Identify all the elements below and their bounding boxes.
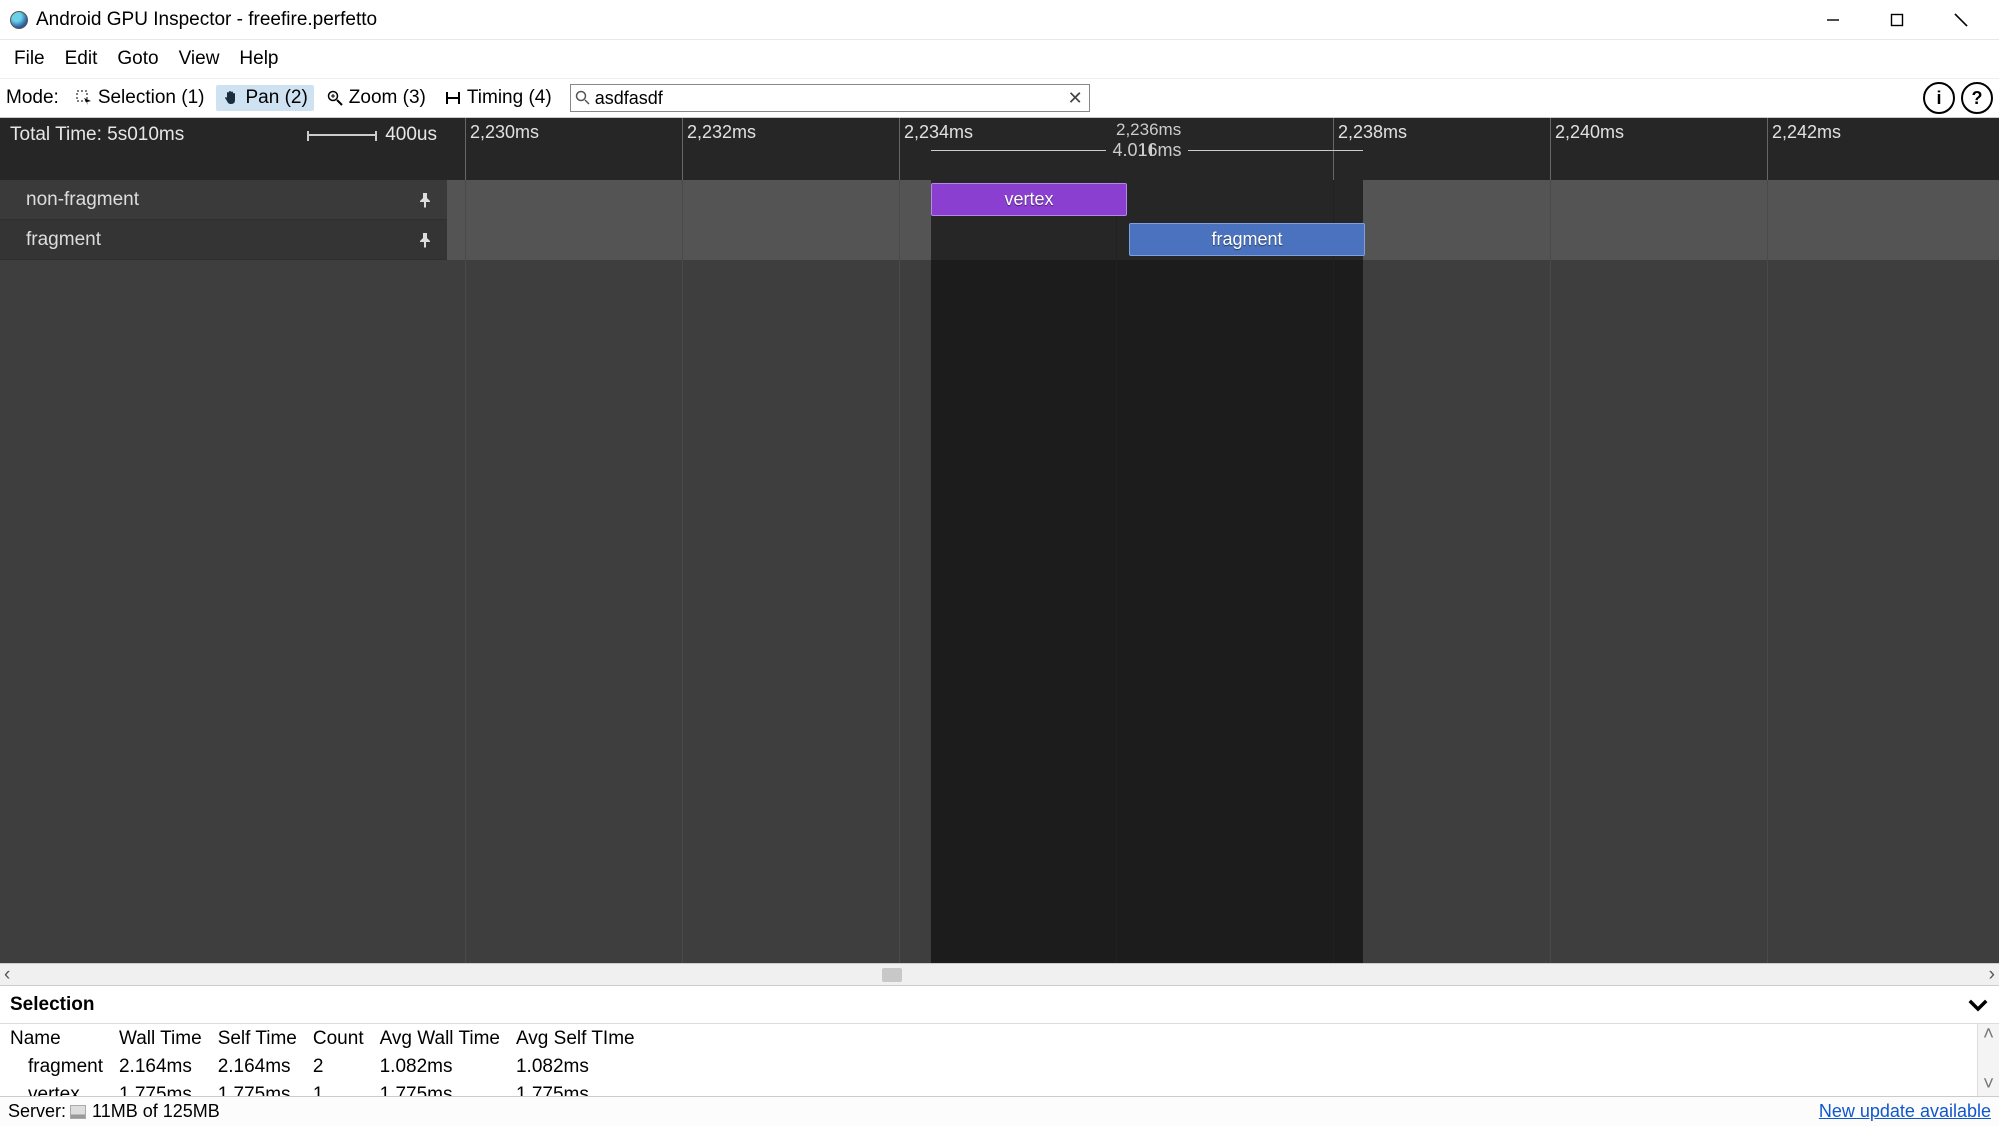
selection-icon <box>75 89 93 107</box>
toolbar: Mode: Selection (1) Pan (2) Zoom (3) Tim… <box>0 78 1999 118</box>
scroll-up-icon[interactable]: ˄ <box>1983 1024 1994 1046</box>
vertical-scrollbar[interactable]: ˄ ˅ <box>1977 1024 1999 1096</box>
scroll-down-icon[interactable]: ˅ <box>1983 1074 1994 1096</box>
memory-meter-icon <box>70 1105 86 1119</box>
menubar: File Edit Goto View Help <box>0 40 1999 78</box>
mode-pan-label: Pan (2) <box>245 87 307 109</box>
search-input[interactable] <box>595 85 1066 111</box>
server-label: Server: <box>8 1101 66 1122</box>
scroll-thumb[interactable] <box>882 968 902 982</box>
selection-range-indicator: 4.016ms <box>931 142 1363 158</box>
zoom-icon <box>326 89 344 107</box>
menu-edit[interactable]: Edit <box>57 44 106 74</box>
pan-icon <box>222 89 240 107</box>
menu-goto[interactable]: Goto <box>109 44 166 74</box>
scroll-left-icon[interactable]: ‹ <box>4 964 10 986</box>
search-icon <box>575 90 591 106</box>
timing-icon <box>444 89 462 107</box>
range-center-label: 2,236ms <box>1116 120 1181 140</box>
minimize-button[interactable] <box>1801 0 1865 39</box>
track-row[interactable]: fragment fragment <box>0 220 1999 260</box>
track-row[interactable]: non-fragment vertex <box>0 180 1999 220</box>
scale-unit-label: 400us <box>385 124 437 146</box>
horizontal-scrollbar[interactable]: ‹ › <box>0 963 1999 985</box>
mode-selection-label: Selection (1) <box>98 87 205 109</box>
pin-icon[interactable] <box>417 192 433 208</box>
mode-pan-button[interactable]: Pan (2) <box>216 85 313 111</box>
trace-slice-fragment[interactable]: fragment <box>1129 223 1365 256</box>
update-available-link[interactable]: New update available <box>1819 1101 1991 1122</box>
mode-label: Mode: <box>6 87 59 109</box>
selection-table: Name Wall Time Self Time Count Avg Wall … <box>0 1024 647 1096</box>
help-button[interactable]: ? <box>1961 82 1993 114</box>
trace-slice-vertex[interactable]: vertex <box>931 183 1127 216</box>
maximize-button[interactable] <box>1865 0 1929 39</box>
selected-time-region <box>931 180 1363 963</box>
total-time-label: Total Time: 5s010ms <box>10 124 184 146</box>
mode-timing-button[interactable]: Timing (4) <box>438 85 558 111</box>
table-header-row: Name Wall Time Self Time Count Avg Wall … <box>6 1026 645 1052</box>
collapse-panel-button[interactable] <box>1967 994 1989 1016</box>
ruler-ticks: 2,230ms 2,232ms 2,234ms 2,238ms 2,240ms … <box>447 118 1999 180</box>
mode-zoom-label: Zoom (3) <box>349 87 426 109</box>
mode-zoom-button[interactable]: Zoom (3) <box>320 85 432 111</box>
memory-usage: 11MB of 125MB <box>92 1101 220 1122</box>
track-name: non-fragment <box>26 189 139 211</box>
table-row[interactable]: vertex 1.775ms 1.775ms 1 1.775ms 1.775ms <box>6 1082 645 1096</box>
app-icon <box>10 11 28 29</box>
menu-help[interactable]: Help <box>231 44 286 74</box>
menu-file[interactable]: File <box>6 44 53 74</box>
info-button[interactable]: i <box>1923 82 1955 114</box>
statusbar: Server: 11MB of 125MB New update availab… <box>0 1096 1999 1126</box>
range-duration-label: 4.016ms <box>1106 140 1187 161</box>
selection-panel: Selection Name Wall Time Self Time Count… <box>0 985 1999 1096</box>
titlebar: Android GPU Inspector - freefire.perfett… <box>0 0 1999 40</box>
track-name: fragment <box>26 229 101 251</box>
search-clear-icon[interactable]: ✕ <box>1066 88 1085 109</box>
window-title: Android GPU Inspector - freefire.perfett… <box>36 9 377 31</box>
trace-view[interactable]: Total Time: 5s010ms 400us 2,230ms 2,232m… <box>0 118 1999 963</box>
tracks-area[interactable]: non-fragment vertex fragment fragment <box>0 180 1999 963</box>
menu-view[interactable]: View <box>171 44 228 74</box>
pin-icon[interactable] <box>417 232 433 248</box>
close-button[interactable] <box>1929 0 1993 39</box>
search-box[interactable]: ✕ <box>570 84 1090 112</box>
scroll-right-icon[interactable]: › <box>1989 964 1995 986</box>
selection-title: Selection <box>10 994 94 1016</box>
mode-timing-label: Timing (4) <box>467 87 552 109</box>
window-buttons <box>1801 0 1993 39</box>
time-ruler[interactable]: Total Time: 5s010ms 400us 2,230ms 2,232m… <box>0 118 1999 180</box>
mode-selection-button[interactable]: Selection (1) <box>69 85 211 111</box>
app-window: Android GPU Inspector - freefire.perfett… <box>0 0 1999 1126</box>
table-row[interactable]: fragment 2.164ms 2.164ms 2 1.082ms 1.082… <box>6 1054 645 1080</box>
